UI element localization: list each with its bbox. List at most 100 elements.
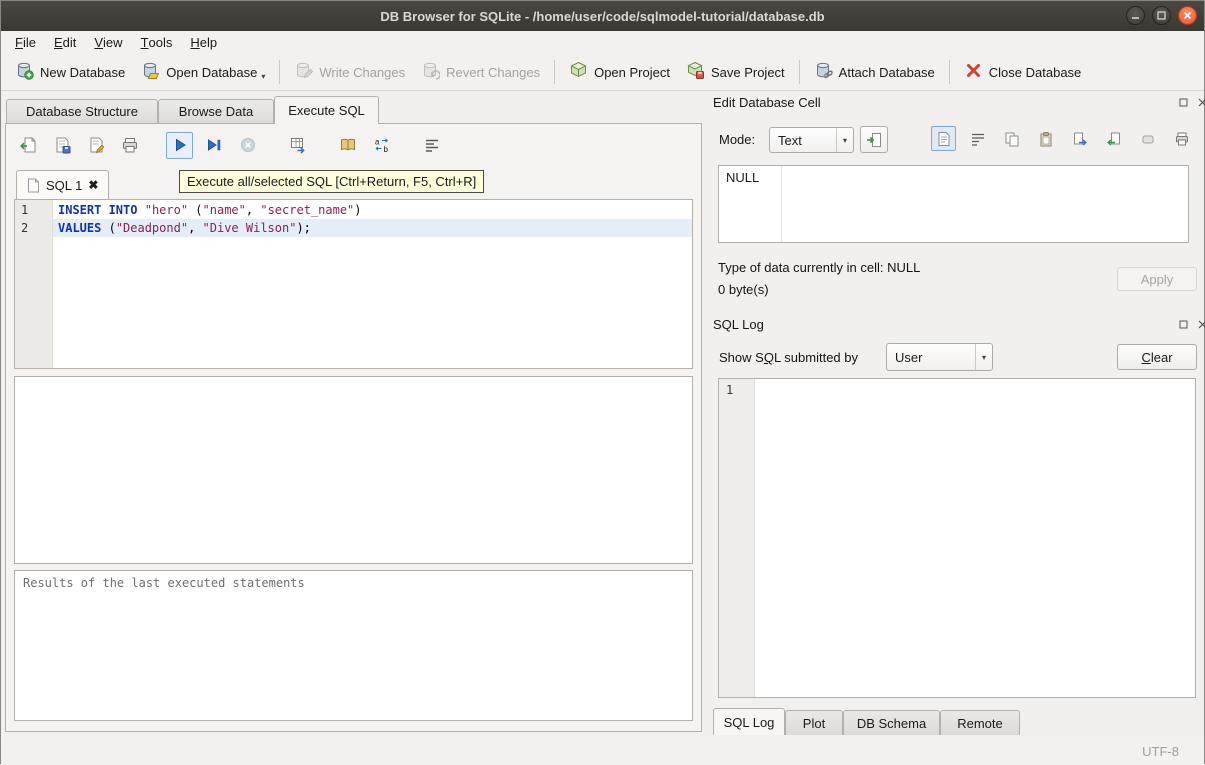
save-sql-file-as-button[interactable] <box>82 132 109 159</box>
minimize-button[interactable] <box>1126 6 1145 25</box>
toolbar-separator <box>799 60 800 84</box>
find-replace-button[interactable]: ab <box>368 132 395 159</box>
menu-bar: FileEditViewToolsHelp <box>1 31 1204 54</box>
sql-file-icon <box>27 178 40 193</box>
tab-database-structure[interactable]: Database Structure <box>6 99 158 123</box>
copy-cell-button[interactable] <box>999 126 1024 151</box>
word-wrap-icon <box>423 136 441 154</box>
bottom-tab-plot[interactable]: Plot <box>785 710 843 735</box>
text-view-button[interactable] <box>931 126 956 151</box>
revert-changes-button: Revert Changes <box>413 57 548 87</box>
bottom-tab-remote[interactable]: Remote <box>940 710 1020 735</box>
execute-current-line-button[interactable] <box>200 132 227 159</box>
dock-float-button[interactable] <box>1177 96 1189 108</box>
attach-database-label: Attach Database <box>839 65 935 80</box>
minimize-icon <box>1131 11 1140 20</box>
sql-log-filter-value: User <box>887 344 975 370</box>
menu-help[interactable]: Help <box>181 31 226 54</box>
new-database-button[interactable]: New Database <box>7 57 133 87</box>
menu-file[interactable]: File <box>6 31 45 54</box>
print-sql-button[interactable] <box>116 132 143 159</box>
dock-float-button[interactable] <box>1177 318 1189 330</box>
cell-type-info: Type of data currently in cell: NULL <box>718 260 920 275</box>
bottom-tab-sql-log[interactable]: SQL Log <box>713 708 785 735</box>
open-sql-file-button[interactable] <box>14 132 41 159</box>
maximize-button[interactable] <box>1152 6 1171 25</box>
bottom-tab-plot-label: Plot <box>803 716 825 731</box>
close-database-button[interactable]: Close Database <box>956 57 1090 87</box>
tab-execute-sql-label: Execute SQL <box>288 103 365 118</box>
mode-combobox[interactable]: Text ▾ <box>769 127 854 153</box>
print-cell-button[interactable] <box>1169 126 1194 151</box>
app-window: DB Browser for SQLite - /home/user/code/… <box>0 0 1205 764</box>
sql-log-filter-combobox[interactable]: User ▾ <box>886 343 993 371</box>
open-database-button[interactable]: Open Database ▾ <box>133 57 273 87</box>
main-toolbar: New Database Open Database ▾ Write Chang… <box>1 54 1204 91</box>
toolbar-separator <box>279 60 280 84</box>
sql-tab-close-icon[interactable]: ✖ <box>88 178 98 192</box>
edit-cell-dock-title: Edit Database Cell <box>713 95 821 110</box>
bottom-tab-db-schema-label: DB Schema <box>857 716 926 731</box>
code-line-1[interactable]: 1INSERT INTO "hero" ("name", "secret_nam… <box>15 201 692 219</box>
bottom-tab-sql-log-label: SQL Log <box>724 715 775 730</box>
tab-browse-data[interactable]: Browse Data <box>158 99 274 123</box>
dock-close-icon <box>1198 320 1205 329</box>
dock-close-button[interactable] <box>1196 318 1205 330</box>
svg-text:b: b <box>383 145 388 154</box>
wrap-lines-icon <box>970 131 986 147</box>
save-project-button[interactable]: Save Project <box>678 57 793 87</box>
toolbar-separator <box>554 60 555 84</box>
sql-code-lines: 1INSERT INTO "hero" ("name", "secret_nam… <box>15 201 692 237</box>
clear-button-label: Clear <box>1141 350 1172 365</box>
chevron-down-icon: ▾ <box>836 128 853 152</box>
title-bar[interactable]: DB Browser for SQLite - /home/user/code/… <box>1 1 1204 31</box>
import-cell-button[interactable] <box>1101 126 1126 151</box>
float-icon <box>1179 320 1188 329</box>
attach-database-button[interactable]: Attach Database <box>806 57 943 87</box>
sql-log-line-number: 1 <box>726 383 733 397</box>
close-database-icon <box>964 61 983 83</box>
mode-label: Mode: <box>719 132 755 147</box>
sql-toolbar: ab <box>14 130 445 160</box>
write-changes-icon <box>294 61 313 83</box>
write-changes-button: Write Changes <box>286 57 413 87</box>
menu-view[interactable]: View <box>85 31 131 54</box>
word-wrap-cell-button[interactable] <box>965 126 990 151</box>
execute-all-button[interactable] <box>166 132 193 159</box>
set-null-button[interactable] <box>1135 126 1160 151</box>
cell-value-editor[interactable]: NULL <box>718 165 1189 243</box>
import-data-button[interactable] <box>860 126 888 153</box>
window-title: DB Browser for SQLite - /home/user/code/… <box>380 9 824 24</box>
save-results-icon <box>289 136 307 154</box>
code-text: INSERT INTO "hero" ("name", "secret_name… <box>53 201 692 219</box>
open-project-button[interactable]: Open Project <box>561 57 678 87</box>
save-results-button[interactable] <box>284 132 311 159</box>
tab-database-structure-label: Database Structure <box>26 104 138 119</box>
tab-execute-sql[interactable]: Execute SQL <box>274 96 379 124</box>
paste-cell-button[interactable] <box>1033 126 1058 151</box>
sql-tab[interactable]: SQL 1 ✖ <box>16 170 109 199</box>
export-cell-button[interactable] <box>1067 126 1092 151</box>
word-wrap-button[interactable] <box>418 132 445 159</box>
dock-close-button[interactable] <box>1196 96 1205 108</box>
null-icon <box>1140 131 1156 147</box>
bottom-tab-db-schema[interactable]: DB Schema <box>843 710 940 735</box>
sql-log-view[interactable]: 1 <box>718 378 1196 698</box>
close-button[interactable] <box>1178 6 1197 25</box>
sql-editor[interactable]: 1INSERT INTO "hero" ("name", "secret_nam… <box>14 199 693 369</box>
save-project-icon <box>686 61 705 83</box>
clear-button[interactable]: Clear <box>1117 344 1197 370</box>
execute-sql-pane: ab SQL 1 ✖ 1INSERT INTO "hero" ("name", … <box>5 123 702 732</box>
sql-log-gutter: 1 <box>719 379 755 697</box>
menu-tools[interactable]: Tools <box>132 31 182 54</box>
results-grid[interactable] <box>14 376 693 564</box>
code-line-2[interactable]: 2VALUES ("Deadpond", "Dive Wilson"); <box>15 219 692 237</box>
menu-edit[interactable]: Edit <box>45 31 85 54</box>
find-button[interactable] <box>334 132 361 159</box>
open-database-dropdown-caret[interactable]: ▾ <box>261 72 265 83</box>
new-database-icon <box>15 61 34 83</box>
results-message-pane: Results of the last executed statements <box>14 570 693 721</box>
save-sql-file-button[interactable] <box>48 132 75 159</box>
cell-editor-margin <box>781 166 782 242</box>
sql-log-dock-buttons <box>1177 318 1205 330</box>
